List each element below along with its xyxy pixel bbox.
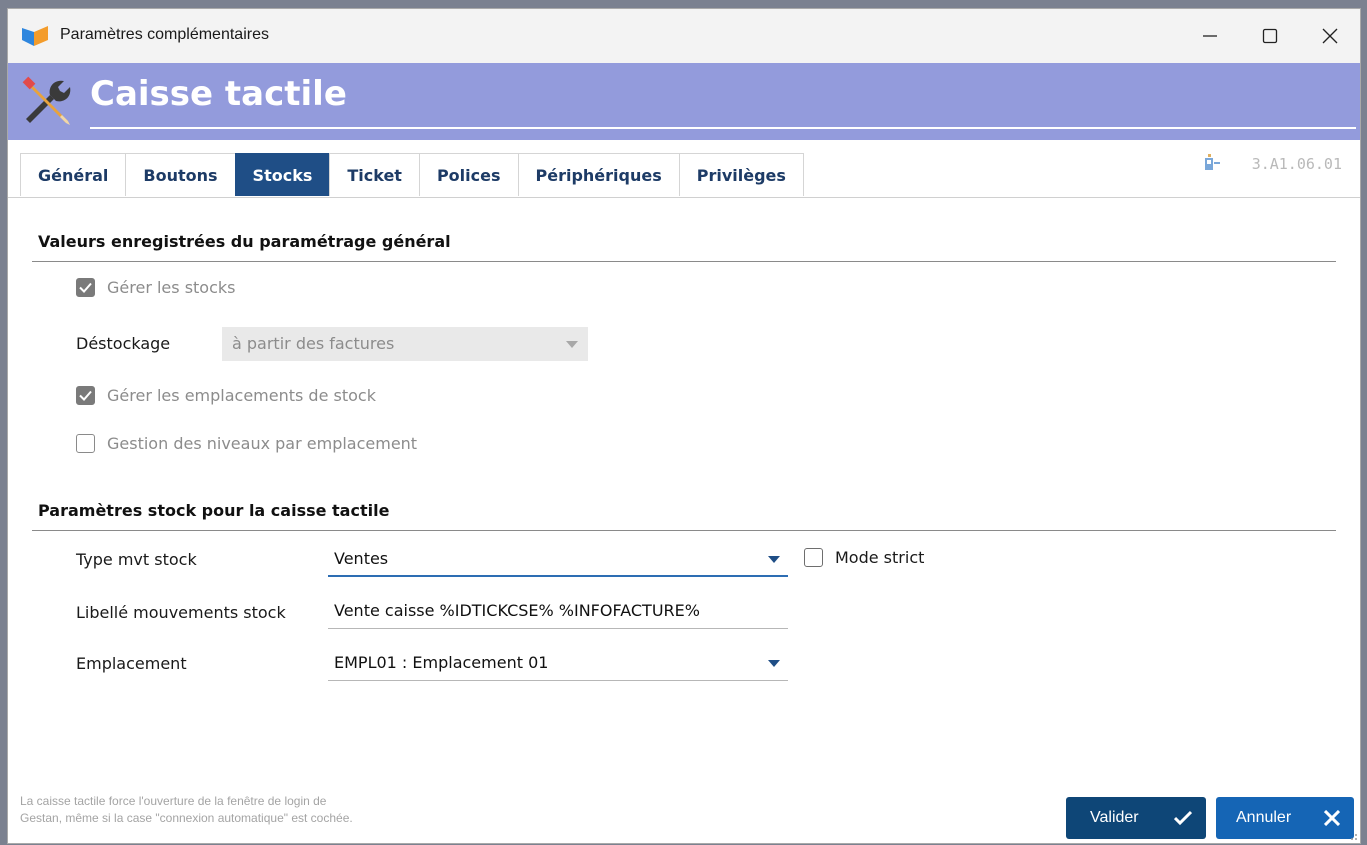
annuler-label: Annuler xyxy=(1236,809,1292,826)
emplacement-select[interactable]: EMPL01 : Emplacement 01 xyxy=(328,647,788,681)
tab-general[interactable]: Général xyxy=(20,153,127,196)
stock-section-title: Paramètres stock pour la caisse tactile xyxy=(38,501,390,520)
app-logo-icon xyxy=(22,26,48,46)
emplacement-label: Emplacement xyxy=(76,654,187,673)
footer-note-line: La caisse tactile force l'ouverture de l… xyxy=(20,794,327,808)
close-icon xyxy=(1322,28,1338,44)
minimize-icon xyxy=(1203,35,1217,37)
gerer-stocks-checkbox xyxy=(76,278,95,297)
close-button[interactable] xyxy=(1300,9,1360,63)
type-mvt-select[interactable]: Ventes xyxy=(328,543,788,577)
libelle-label: Libellé mouvements stock xyxy=(76,603,286,622)
settings-dialog: Paramètres complémentaires Caisse tactil… xyxy=(7,8,1361,844)
section-divider xyxy=(32,530,1336,531)
title-bar: Paramètres complémentaires xyxy=(8,9,1360,63)
maximize-button[interactable] xyxy=(1240,9,1300,63)
general-section-title: Valeurs enregistrées du paramétrage géné… xyxy=(38,232,451,251)
chevron-down-icon xyxy=(566,341,578,348)
header-banner: Caisse tactile xyxy=(8,63,1360,140)
valider-button[interactable]: Valider xyxy=(1066,797,1206,839)
annuler-button[interactable]: Annuler xyxy=(1216,797,1354,839)
mode-strict-label[interactable]: Mode strict xyxy=(835,548,924,567)
mode-strict-checkbox[interactable] xyxy=(804,548,823,567)
gestion-niveaux-row: Gestion des niveaux par emplacement xyxy=(76,434,417,453)
tab-ticket[interactable]: Ticket xyxy=(329,153,420,196)
tab-peripheriques[interactable]: Périphériques xyxy=(517,153,680,196)
resize-grip-icon[interactable] xyxy=(1346,829,1358,841)
destockage-label: Déstockage xyxy=(76,334,171,353)
chevron-down-icon[interactable] xyxy=(768,660,780,667)
libelle-value: Vente caisse %IDTICKCSE% %INFOFACTURE% xyxy=(334,601,700,620)
footer-note-line: Gestan, même si la case "connexion autom… xyxy=(20,811,353,825)
check-icon xyxy=(1174,810,1192,826)
mode-strict-row: Mode strict xyxy=(804,548,924,567)
section-divider xyxy=(32,261,1336,262)
checkmark-icon xyxy=(79,282,92,293)
tools-icon xyxy=(22,76,71,125)
tab-polices[interactable]: Polices xyxy=(418,153,519,196)
version-label: 3.A1.06.01 xyxy=(1251,155,1342,173)
gerer-stocks-label: Gérer les stocks xyxy=(107,278,236,297)
tab-privileges[interactable]: Privilèges xyxy=(678,153,804,196)
footer-note: La caisse tactile force l'ouverture de l… xyxy=(20,793,353,827)
gerer-emplacements-checkbox xyxy=(76,386,95,405)
chevron-down-icon[interactable] xyxy=(768,556,780,563)
type-mvt-label: Type mvt stock xyxy=(76,550,197,569)
libelle-input[interactable]: Vente caisse %IDTICKCSE% %INFOFACTURE% xyxy=(328,595,788,629)
destockage-select: à partir des factures xyxy=(222,327,588,361)
maximize-icon xyxy=(1262,28,1278,44)
gestion-niveaux-checkbox xyxy=(76,434,95,453)
tab-stocks[interactable]: Stocks xyxy=(234,153,331,196)
page-title: Caisse tactile xyxy=(90,74,347,114)
checkmark-icon xyxy=(79,390,92,401)
banner-underline xyxy=(90,127,1356,129)
version-info-icon[interactable] xyxy=(1202,154,1224,174)
tab-bar: Général Boutons Stocks Ticket Polices Pé… xyxy=(20,153,804,197)
gerer-emplacements-label: Gérer les emplacements de stock xyxy=(107,386,376,405)
gestion-niveaux-label: Gestion des niveaux par emplacement xyxy=(107,434,418,453)
emplacement-value: EMPL01 : Emplacement 01 xyxy=(334,653,549,672)
gerer-stocks-row: Gérer les stocks xyxy=(76,278,235,297)
valider-label: Valider xyxy=(1090,809,1139,826)
window-title: Paramètres complémentaires xyxy=(60,26,269,43)
gerer-emplacements-row: Gérer les emplacements de stock xyxy=(76,386,376,405)
destockage-value: à partir des factures xyxy=(232,334,395,353)
close-icon xyxy=(1324,810,1340,826)
type-mvt-value: Ventes xyxy=(334,549,389,568)
tab-boutons[interactable]: Boutons xyxy=(125,153,236,196)
minimize-button[interactable] xyxy=(1180,9,1240,63)
